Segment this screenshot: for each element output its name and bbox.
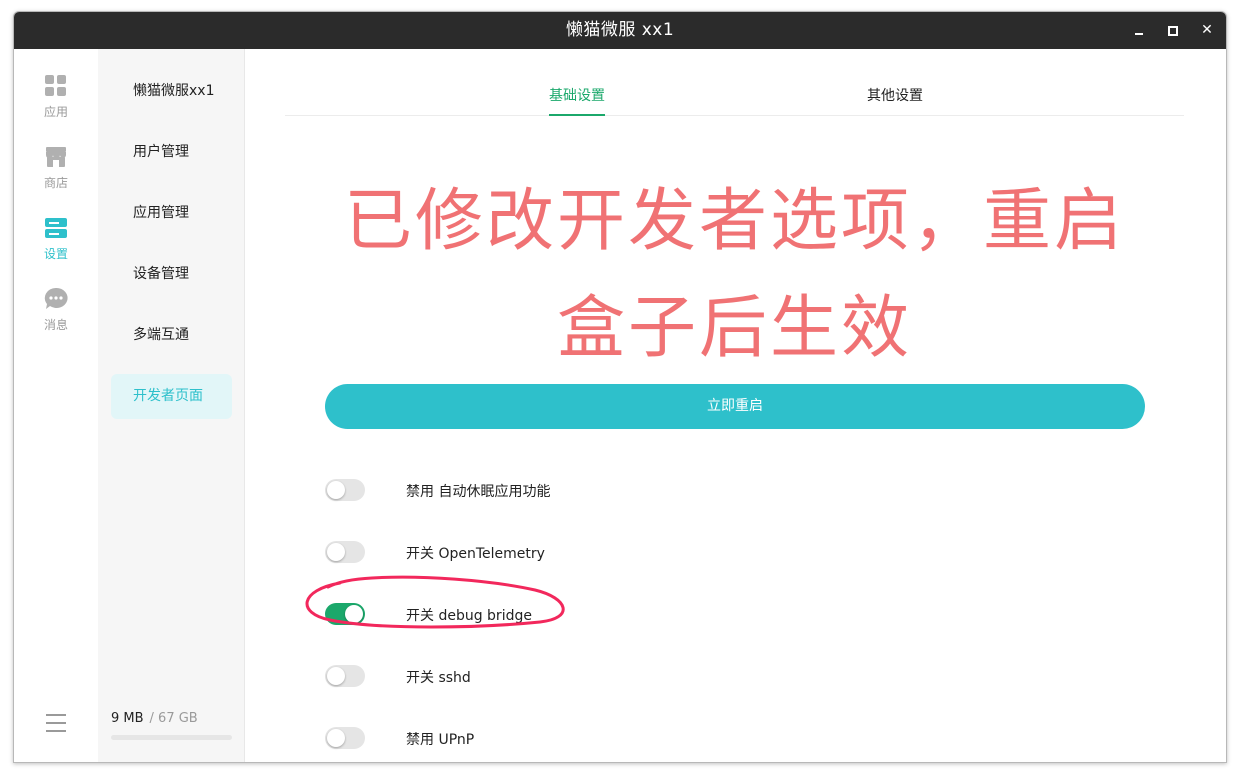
message-icon — [43, 286, 69, 312]
rail-item-apps[interactable]: 应用 — [14, 73, 98, 135]
option-label: 禁用 UPnP — [406, 732, 475, 748]
title-bar: 懒猫微服 xx1 ✕ — [14, 12, 1226, 49]
option-label: 开关 OpenTelemetry — [406, 546, 545, 562]
window-title: 懒猫微服 xx1 — [565, 20, 675, 40]
rail-item-settings[interactable]: 设置 — [14, 215, 98, 277]
store-icon — [43, 144, 69, 170]
restart-notice-line2: 盒子后生效 — [556, 289, 912, 368]
toggle-disable-upnp[interactable] — [325, 727, 365, 749]
icon-rail: 应用 商店 设置 消息 — [14, 49, 98, 762]
tab-basic-settings[interactable]: 基础设置 — [549, 85, 605, 116]
restart-now-button[interactable]: 立即重启 — [325, 384, 1145, 429]
sidebar-item-developer[interactable]: 开发者页面 — [111, 374, 232, 419]
toggle-sshd[interactable] — [325, 665, 365, 687]
hamburger-menu-icon[interactable] — [46, 714, 66, 732]
rail-label: 设置 — [43, 247, 68, 261]
toggle-opentelemetry[interactable] — [325, 541, 365, 563]
storage-bar — [111, 735, 232, 740]
storage-usage: 9 MB / 67 GB — [111, 711, 198, 726]
app-window: 懒猫微服 xx1 ✕ 应用 商店 设置 消息 懒猫微服xx1 用户管理 应用管理… — [13, 11, 1227, 763]
rail-item-messages[interactable]: 消息 — [14, 286, 98, 348]
option-label: 禁用 自动休眠应用功能 — [406, 484, 551, 500]
settings-sidebar: 懒猫微服xx1 用户管理 应用管理 设备管理 多端互通 开发者页面 9 MB / … — [98, 49, 245, 762]
apps-grid-icon — [43, 73, 69, 99]
sidebar-item-device-management[interactable]: 设备管理 — [111, 252, 232, 297]
tab-bar: 基础设置 其他设置 — [285, 49, 1184, 116]
option-label: 开关 sshd — [406, 670, 471, 686]
close-button[interactable]: ✕ — [1199, 22, 1215, 38]
rail-item-store[interactable]: 商店 — [14, 144, 98, 206]
rail-label: 消息 — [43, 318, 68, 332]
main-content: 基础设置 其他设置 已修改开发者选项，重启 盒子后生效 立即重启 禁用 自动休眠… — [245, 49, 1226, 762]
minimize-button[interactable] — [1131, 22, 1147, 38]
toggle-debug-bridge[interactable] — [325, 603, 365, 625]
sidebar-item-user-management[interactable]: 用户管理 — [111, 130, 232, 175]
rail-label: 商店 — [43, 176, 68, 190]
restart-notice-line1: 已修改开发者选项，重启 — [343, 182, 1125, 261]
settings-icon — [43, 215, 69, 241]
storage-used: 9 MB — [111, 711, 144, 726]
maximize-button[interactable] — [1165, 22, 1181, 38]
tab-other-settings[interactable]: 其他设置 — [867, 85, 923, 105]
sidebar-item-device-name[interactable]: 懒猫微服xx1 — [111, 69, 232, 114]
toggle-disable-auto-sleep[interactable] — [325, 479, 365, 501]
sidebar-item-app-management[interactable]: 应用管理 — [111, 191, 232, 236]
storage-total: / 67 GB — [149, 711, 198, 726]
option-label: 开关 debug bridge — [406, 608, 532, 624]
sidebar-item-multi-device[interactable]: 多端互通 — [111, 313, 232, 358]
rail-label: 应用 — [43, 105, 68, 119]
